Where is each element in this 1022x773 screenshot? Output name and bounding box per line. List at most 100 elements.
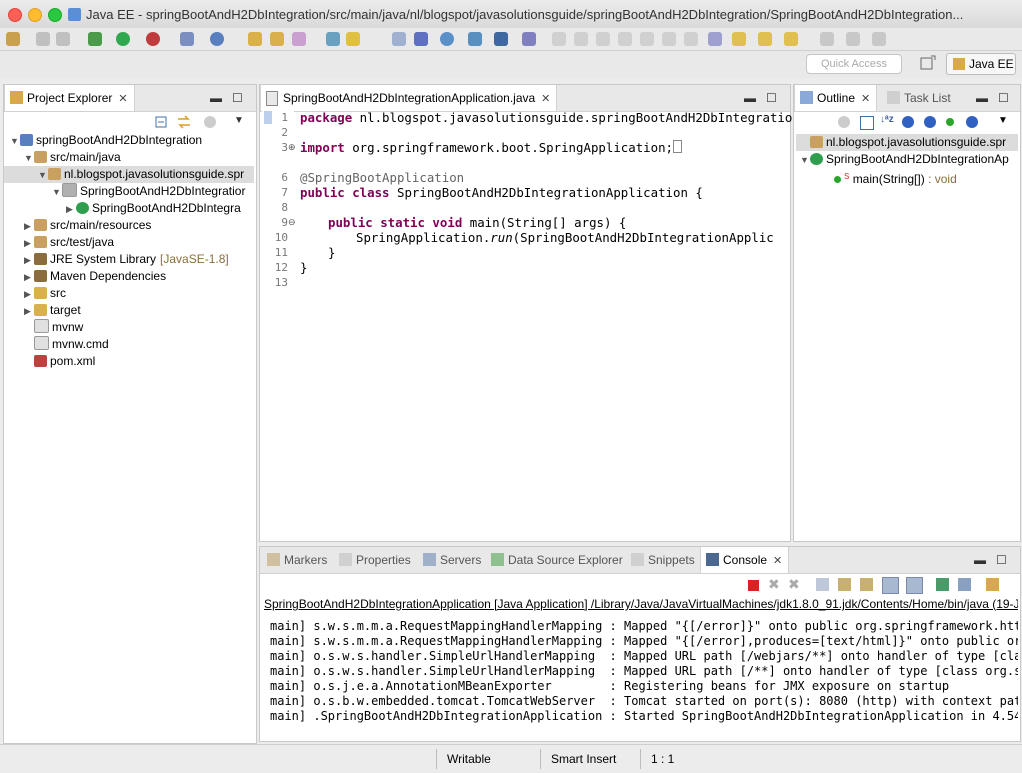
tab-markers[interactable]: Markers <box>262 547 333 573</box>
run-icon[interactable] <box>116 32 130 46</box>
tree-item[interactable]: ▼ SpringBootAndH2DbIntegratior <box>52 183 245 200</box>
code-line-12[interactable]: } <box>300 260 307 275</box>
annotation-nav-icon[interactable] <box>732 32 746 46</box>
close-icon[interactable]: ✕ <box>541 86 550 112</box>
pin-console-icon[interactable] <box>936 578 949 591</box>
search-icon[interactable] <box>270 32 284 46</box>
chevron-down-icon[interactable]: ▼ <box>38 167 48 184</box>
console-toolbar-icon[interactable] <box>494 32 508 46</box>
fold-collapse-icon[interactable]: ⊖ <box>288 217 296 228</box>
view-menu-extra-icon[interactable] <box>204 116 216 128</box>
close-icon[interactable]: ✕ <box>118 86 127 112</box>
block-selection-icon[interactable] <box>414 32 428 46</box>
view-menu-icon[interactable]: ▼ <box>234 115 244 126</box>
outline-item-package[interactable]: nl.blogspot.javasolutionsguide.spr <box>796 134 1018 151</box>
minimize-icon[interactable]: ▬ <box>974 553 986 567</box>
maximize-icon[interactable]: ☐ <box>998 91 1009 105</box>
maximize-icon[interactable]: ☐ <box>766 91 777 105</box>
back-icon[interactable] <box>820 32 834 46</box>
view-menu-icon[interactable]: ▼ <box>998 115 1008 126</box>
minimize-icon[interactable]: ▬ <box>744 91 756 105</box>
tree-item[interactable]: mvnw.cmd <box>24 336 109 353</box>
minimize-icon[interactable]: ▬ <box>210 91 222 105</box>
chevron-right-icon[interactable]: ▶ <box>24 252 34 269</box>
chevron-down-icon[interactable]: ▼ <box>800 152 810 169</box>
tab-data-source-explorer[interactable]: Data Source Explorer <box>486 547 629 573</box>
tab-task-list[interactable]: Task List <box>882 85 957 111</box>
back-history-icon[interactable] <box>846 32 860 46</box>
outline-item-class[interactable]: ▼ SpringBootAndH2DbIntegrationAp <box>800 151 1009 168</box>
sort-icon[interactable]: ↓ᵃz <box>880 114 894 125</box>
show-on-stderr-icon[interactable] <box>906 577 923 594</box>
tree-item[interactable]: ▶ src/test/java <box>24 234 114 251</box>
step-return-icon[interactable] <box>684 32 698 46</box>
new-server-icon[interactable] <box>210 32 224 46</box>
highlight-icon[interactable] <box>346 32 360 46</box>
code-line-1[interactable]: package nl.blogspot.javasolutionsguide.s… <box>300 110 807 125</box>
chevron-right-icon[interactable]: ▶ <box>66 201 76 218</box>
scroll-lock-icon[interactable] <box>838 578 851 591</box>
save-icon[interactable] <box>36 32 50 46</box>
tree-item[interactable]: ▼ springBootAndH2DbIntegration <box>10 132 202 149</box>
display-console-icon[interactable] <box>958 578 971 591</box>
tree-item[interactable]: ▼ nl.blogspot.javasolutionsguide.spr <box>4 166 254 183</box>
chevron-down-icon[interactable]: ▼ <box>24 150 34 167</box>
remove-launch-icon[interactable]: ✖ <box>768 576 780 593</box>
save-all-icon[interactable] <box>56 32 70 46</box>
chevron-down-icon[interactable]: ▼ <box>10 133 20 150</box>
maximize-icon[interactable]: ☐ <box>232 91 243 105</box>
collapse-all-icon[interactable] <box>860 116 874 130</box>
web-browser-icon[interactable] <box>440 32 454 46</box>
new-icon[interactable] <box>6 32 20 46</box>
code-line-6[interactable]: @SpringBootApplication <box>300 170 464 185</box>
fold-expand-icon[interactable]: ⊕ <box>288 142 296 153</box>
clear-console-icon[interactable] <box>816 578 829 591</box>
minimize-window-button[interactable] <box>28 8 42 22</box>
tree-item[interactable]: ▶ target <box>24 302 81 319</box>
new-java-project-icon[interactable] <box>180 32 194 46</box>
tree-item[interactable]: ▶ JRE System Library [JavaSE-1.8] <box>24 251 229 268</box>
tree-item[interactable]: ▶ Maven Dependencies <box>24 268 166 285</box>
chevron-right-icon[interactable]: ▶ <box>24 286 34 303</box>
hide-fields-icon[interactable] <box>902 116 914 128</box>
code-line-7[interactable]: public class SpringBootAndH2DbIntegratio… <box>300 185 703 200</box>
link-with-editor-button[interactable] <box>176 115 192 132</box>
collapse-all-button[interactable] <box>154 115 168 132</box>
hide-local-types-icon[interactable] <box>966 116 978 128</box>
resume-icon[interactable] <box>552 32 566 46</box>
task-icon[interactable] <box>708 32 722 46</box>
tab-servers[interactable]: Servers <box>418 547 487 573</box>
close-window-button[interactable] <box>8 8 22 22</box>
next-annotation-icon[interactable] <box>758 32 772 46</box>
tree-item[interactable]: ▼ src/main/java <box>24 149 121 166</box>
open-perspective-icon[interactable] <box>468 32 482 46</box>
pencil-icon[interactable] <box>292 32 306 46</box>
show-on-stdout-icon[interactable] <box>882 577 899 594</box>
tab-outline[interactable]: Outline ✕ <box>794 85 878 112</box>
toggle-mark-occurrences-icon[interactable] <box>326 32 340 46</box>
close-icon[interactable]: ✕ <box>773 548 782 574</box>
chevron-right-icon[interactable]: ▶ <box>24 235 34 252</box>
previous-annotation-icon[interactable] <box>784 32 798 46</box>
step-into-icon[interactable] <box>640 32 654 46</box>
forward-icon[interactable] <box>872 32 886 46</box>
close-icon[interactable]: ✕ <box>861 86 870 112</box>
hide-nonpublic-icon[interactable] <box>946 118 954 126</box>
perspective-java-ee[interactable]: Java EE <box>946 53 1016 75</box>
sync-icon[interactable] <box>838 116 850 128</box>
hide-static-icon[interactable] <box>924 116 936 128</box>
debug-icon[interactable] <box>88 32 102 46</box>
chevron-right-icon[interactable]: ▶ <box>24 218 34 235</box>
tab-properties[interactable]: Properties <box>334 547 417 573</box>
suspend-icon[interactable] <box>574 32 588 46</box>
folded-block-icon[interactable] <box>673 140 682 153</box>
zoom-window-button[interactable] <box>48 8 62 22</box>
tree-item[interactable]: ▶ SpringBootAndH2DbIntegra <box>66 200 241 217</box>
tree-item[interactable]: ▶ src <box>24 285 66 302</box>
open-perspective-button[interactable] <box>920 55 936 71</box>
minimize-icon[interactable]: ▬ <box>976 91 988 105</box>
remove-all-launches-icon[interactable]: ✖ <box>788 576 800 593</box>
open-type-icon[interactable] <box>248 32 262 46</box>
chevron-down-icon[interactable]: ▼ <box>52 184 62 201</box>
tree-item[interactable]: pom.xml <box>24 353 95 370</box>
